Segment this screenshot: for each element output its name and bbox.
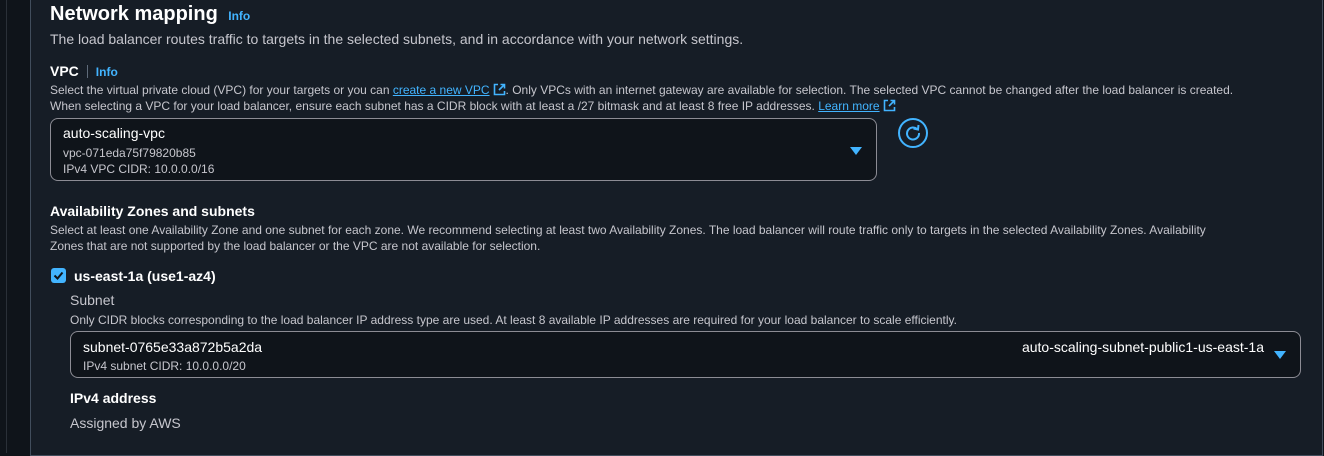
zone-label[interactable]: us-east-1a (use1-az4) bbox=[74, 268, 216, 284]
section-description: The load balancer routes traffic to targ… bbox=[50, 31, 744, 47]
ipv4-label: IPv4 address bbox=[70, 390, 157, 406]
refresh-icon[interactable] bbox=[898, 118, 928, 148]
vpc-desc-text: Select the virtual private cloud (VPC) f… bbox=[50, 83, 393, 97]
vpc-selected-id: vpc-071eda75f79820b85 bbox=[63, 146, 196, 160]
vpc-desc-text-2: . Only VPCs with an internet gateway are… bbox=[505, 83, 1234, 97]
zone-checkbox[interactable] bbox=[51, 268, 66, 283]
az-description-line2: Zones that are not supported by the load… bbox=[50, 239, 541, 253]
subnet-name: auto-scaling-subnet-public1-us-east-1a bbox=[1021, 339, 1264, 355]
vpc-description-line2: When selecting a VPC for your load balan… bbox=[50, 99, 896, 115]
subnet-description: Only CIDR blocks corresponding to the lo… bbox=[70, 313, 957, 327]
subnet-cidr: IPv4 subnet CIDR: 10.0.0.0/20 bbox=[83, 359, 246, 373]
page-title: Network mapping bbox=[50, 3, 218, 25]
subnet-id: subnet-0765e33a872b5a2da bbox=[83, 339, 263, 355]
left-rail bbox=[0, 0, 7, 453]
vpc-selected-cidr: IPv4 VPC CIDR: 10.0.0.0/16 bbox=[63, 162, 215, 176]
az-label: Availability Zones and subnets bbox=[50, 203, 255, 219]
external-link-icon bbox=[493, 83, 506, 99]
info-link[interactable]: Info bbox=[228, 9, 250, 23]
caret-down-icon bbox=[850, 147, 862, 155]
caret-down-icon bbox=[1274, 351, 1286, 359]
external-link-icon bbox=[883, 99, 896, 115]
ipv4-value: Assigned by AWS bbox=[70, 415, 181, 431]
vpc-description: Select the virtual private cloud (VPC) f… bbox=[50, 83, 1233, 99]
vpc-selected-name: auto-scaling-vpc bbox=[63, 125, 165, 141]
subnet-label: Subnet bbox=[70, 292, 115, 308]
divider bbox=[86, 65, 88, 78]
vpc-info-link[interactable]: Info bbox=[96, 65, 118, 79]
section-header: Network mapping Info bbox=[50, 3, 250, 26]
checkmark-icon bbox=[53, 271, 64, 280]
create-vpc-link[interactable]: create a new VPC bbox=[393, 83, 490, 97]
vpc-desc-text-3: When selecting a VPC for your load balan… bbox=[50, 99, 819, 113]
az-description-line1: Select at least one Availability Zone an… bbox=[50, 223, 1206, 237]
vpc-label-row: VPC Info bbox=[50, 63, 118, 81]
learn-more-link[interactable]: Learn more bbox=[818, 99, 879, 113]
subnet-select[interactable]: subnet-0765e33a872b5a2da IPv4 subnet CID… bbox=[70, 331, 1301, 378]
vpc-select[interactable]: auto-scaling-vpc vpc-071eda75f79820b85 I… bbox=[50, 118, 877, 181]
vpc-label: VPC bbox=[50, 63, 79, 79]
